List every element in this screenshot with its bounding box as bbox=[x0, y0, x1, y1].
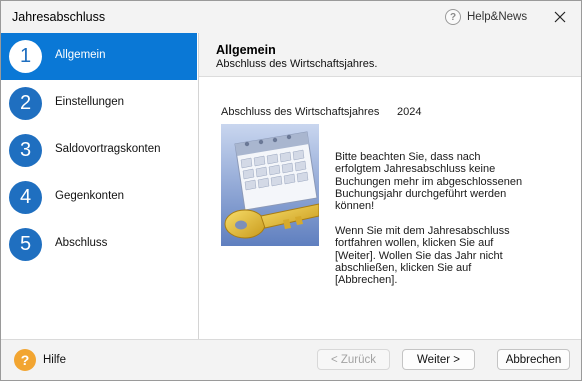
help-news-icon: ? bbox=[445, 9, 461, 25]
window-title: Jahresabschluss bbox=[12, 10, 106, 24]
calendar-key-icon bbox=[221, 124, 319, 246]
content-area: Abschluss des Wirtschaftsjahres 2024 Bit… bbox=[199, 76, 581, 339]
step-label: Gegenkonten bbox=[55, 190, 125, 202]
step-label: Abschluss bbox=[55, 237, 108, 249]
wizard-window: Jahresabschluss ? Help&News 1 Allgemein … bbox=[0, 0, 582, 381]
step-number-badge: 5 bbox=[9, 228, 42, 261]
step-label: Saldovortragskonten bbox=[55, 143, 161, 155]
title-bar: Jahresabschluss ? Help&News bbox=[1, 1, 581, 33]
step-number-badge: 4 bbox=[9, 181, 42, 214]
instruction-text: Wenn Sie mit dem Jahresabschluss fortfah… bbox=[335, 225, 510, 287]
step-allgemein[interactable]: 1 Allgemein bbox=[1, 33, 197, 80]
fiscal-year-value: 2024 bbox=[397, 106, 422, 118]
footer-bar: ? Hilfe < Zurück Weiter > Abbrechen bbox=[1, 339, 581, 380]
step-einstellungen[interactable]: 2 Einstellungen bbox=[1, 80, 197, 127]
step-number-badge: 3 bbox=[9, 134, 42, 167]
help-label: Hilfe bbox=[43, 354, 67, 366]
cancel-button[interactable]: Abbrechen bbox=[497, 349, 570, 370]
page-title: Allgemein bbox=[216, 43, 276, 57]
help-icon: ? bbox=[14, 349, 36, 371]
step-number-badge: 1 bbox=[9, 40, 42, 73]
help-button[interactable]: ? Hilfe bbox=[14, 349, 66, 371]
page-subtitle: Abschluss des Wirtschaftsjahres. bbox=[216, 58, 378, 70]
close-button[interactable] bbox=[549, 7, 571, 27]
step-label: Allgemein bbox=[55, 49, 106, 61]
next-button[interactable]: Weiter > bbox=[402, 349, 475, 370]
wizard-steps-sidebar: 1 Allgemein 2 Einstellungen 3 Saldovortr… bbox=[1, 33, 199, 339]
step-gegenkonten[interactable]: 4 Gegenkonten bbox=[1, 174, 197, 221]
back-button[interactable]: < Zurück bbox=[317, 349, 390, 370]
step-label: Einstellungen bbox=[55, 96, 125, 108]
fiscal-year-label: Abschluss des Wirtschaftsjahres bbox=[221, 106, 380, 118]
main-panel: Allgemein Abschluss des Wirtschaftsjahre… bbox=[199, 33, 581, 339]
close-icon bbox=[554, 11, 566, 23]
help-news-link[interactable]: ? Help&News bbox=[445, 8, 527, 26]
step-saldovortragskonten[interactable]: 3 Saldovortragskonten bbox=[1, 127, 197, 174]
help-news-label: Help&News bbox=[467, 11, 528, 23]
warning-text: Bitte beachten Sie, dass nach erfolgtem … bbox=[335, 151, 523, 213]
step-abschluss[interactable]: 5 Abschluss bbox=[1, 221, 197, 268]
step-number-badge: 2 bbox=[9, 87, 42, 120]
